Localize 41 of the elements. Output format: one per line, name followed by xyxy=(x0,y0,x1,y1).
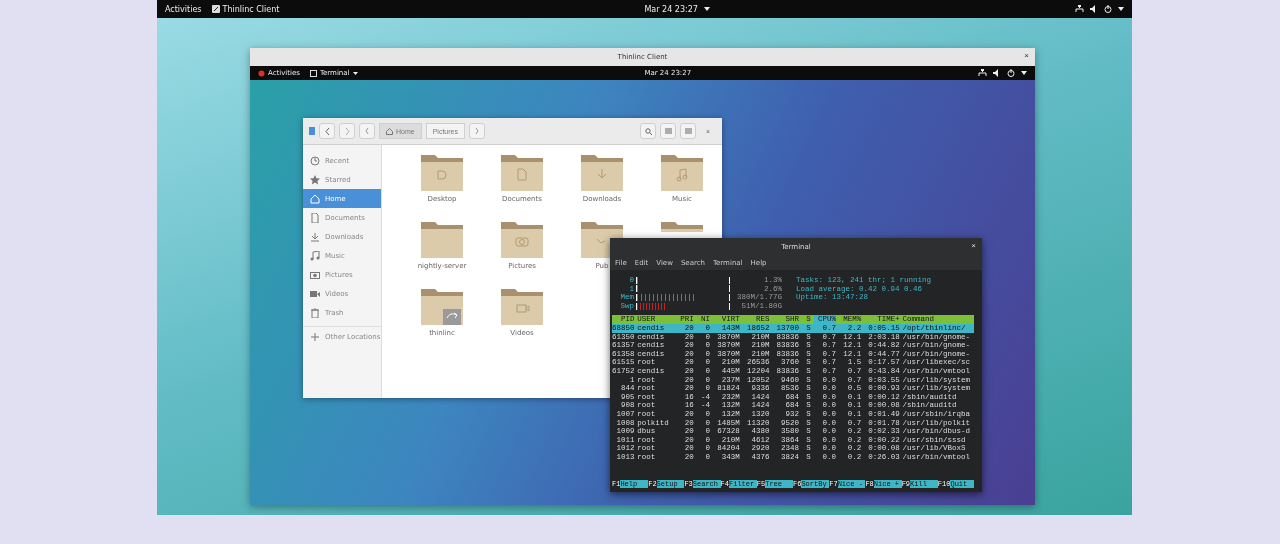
close-button[interactable]: × xyxy=(971,241,976,250)
search-icon xyxy=(644,127,652,135)
path-right-button[interactable] xyxy=(469,123,485,139)
menu-button[interactable] xyxy=(680,123,696,139)
camera-icon xyxy=(310,269,320,280)
clock-icon xyxy=(310,155,320,166)
chevron-left-icon xyxy=(365,128,369,134)
logo-icon xyxy=(258,69,265,77)
caret-icon[interactable] xyxy=(352,71,358,75)
terminal-icon xyxy=(309,69,317,77)
clock[interactable]: Mar 24 23:27 xyxy=(644,4,698,14)
caret-icon[interactable] xyxy=(1118,7,1124,11)
view-options-button[interactable] xyxy=(660,123,676,139)
document-icon xyxy=(310,212,320,223)
volume-icon[interactable] xyxy=(1090,5,1098,13)
trash-icon xyxy=(310,307,320,318)
app-menu[interactable]: Thinlinc Client xyxy=(222,4,280,14)
app-icon xyxy=(211,5,220,13)
power-icon[interactable] xyxy=(1007,69,1015,77)
home-icon xyxy=(310,193,320,204)
chevron-right-icon xyxy=(475,128,479,134)
back-button[interactable] xyxy=(319,123,335,139)
search-button[interactable] xyxy=(640,123,656,139)
chevron-left-icon xyxy=(324,127,330,135)
download-icon xyxy=(310,231,320,242)
power-icon[interactable] xyxy=(1104,5,1112,13)
caret-icon[interactable] xyxy=(703,7,710,11)
network-icon[interactable] xyxy=(978,69,987,77)
star-icon xyxy=(310,174,320,185)
chevron-right-icon xyxy=(344,127,350,135)
music-note-icon xyxy=(310,250,320,261)
video-camera-icon xyxy=(310,288,320,299)
volume-icon[interactable] xyxy=(993,69,1001,77)
plus-icon xyxy=(310,331,320,342)
activities-button[interactable]: Activities xyxy=(165,4,202,14)
network-icon[interactable] xyxy=(1075,5,1084,13)
caret-icon[interactable] xyxy=(1021,71,1027,75)
path-left-button[interactable] xyxy=(359,123,375,139)
home-icon xyxy=(386,127,393,135)
forward-button[interactable] xyxy=(339,123,355,139)
close-button[interactable]: × xyxy=(1024,51,1029,60)
